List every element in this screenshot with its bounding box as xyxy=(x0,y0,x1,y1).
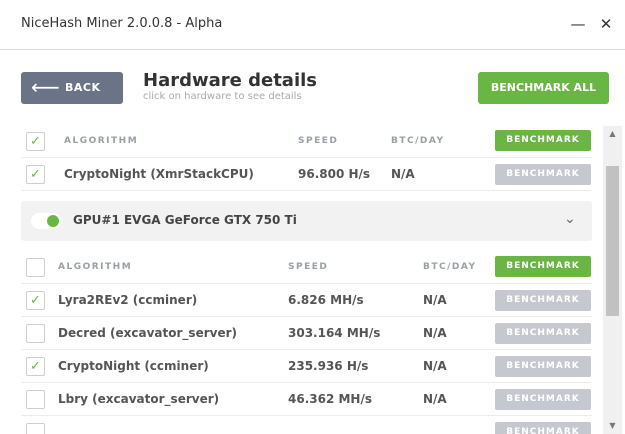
page-title: Hardware details xyxy=(143,70,317,91)
row-benchmark-button[interactable]: BENCHMARK xyxy=(495,290,591,311)
algorithm-name: Lbry (excavator_server) xyxy=(58,392,220,406)
algorithm-header: ALGORITHM xyxy=(58,262,133,272)
table-row[interactable]: BENCHMARK xyxy=(21,416,592,434)
row-benchmark-button[interactable]: BENCHMARK xyxy=(495,164,591,185)
window-title: NiceHash Miner 2.0.0.8 - Alpha xyxy=(21,16,223,31)
speed-value: 96.800 H/s xyxy=(298,167,371,181)
gpu-enable-toggle[interactable] xyxy=(31,213,61,229)
gpu-benchmark-button[interactable]: BENCHMARK xyxy=(495,256,591,277)
btc-value: N/A xyxy=(423,359,447,373)
vertical-scrollbar[interactable]: ▲ ▼ xyxy=(603,126,622,434)
scroll-down-icon[interactable]: ▼ xyxy=(603,418,622,434)
toggle-knob xyxy=(47,215,59,227)
row-checkbox[interactable] xyxy=(26,324,45,343)
algorithm-name: Decred (excavator_server) xyxy=(58,326,237,340)
row-checkbox[interactable]: ✓ xyxy=(26,291,45,310)
btc-day-header: BTC/DAY xyxy=(391,136,445,146)
back-button-label: BACK xyxy=(65,81,101,94)
benchmark-all-button[interactable]: BENCHMARK ALL xyxy=(478,72,609,104)
scroll-up-icon[interactable]: ▲ xyxy=(603,126,622,142)
table-row[interactable]: Lbry (excavator_server) 46.362 MH/s N/A … xyxy=(21,383,592,416)
row-checkbox[interactable]: ✓ xyxy=(26,165,45,184)
btc-value: N/A xyxy=(391,167,415,181)
row-checkbox[interactable]: ✓ xyxy=(26,357,45,376)
btc-value: N/A xyxy=(423,392,447,406)
speed-header: SPEED xyxy=(288,262,329,272)
scrollbar-thumb[interactable] xyxy=(606,166,619,316)
row-checkbox[interactable] xyxy=(26,390,45,409)
table-row[interactable]: ✓ CryptoNight (XmrStackCPU) 96.800 H/s N… xyxy=(21,158,592,191)
gpu-name: GPU#1 EVGA GeForce GTX 750 Ti xyxy=(73,213,297,227)
row-benchmark-button[interactable]: BENCHMARK xyxy=(495,356,591,377)
algorithm-name: Lyra2REv2 (ccminer) xyxy=(58,293,198,307)
algorithm-name: CryptoNight (ccminer) xyxy=(58,359,209,373)
speed-value: 303.164 MH/s xyxy=(288,326,381,340)
speed-value: 46.362 MH/s xyxy=(288,392,372,406)
gpu-device-panel[interactable]: GPU#1 EVGA GeForce GTX 750 Ti ⌄ xyxy=(21,201,592,241)
table-row[interactable]: ✓ CryptoNight (ccminer) 235.936 H/s N/A … xyxy=(21,350,592,383)
cpu-benchmark-button[interactable]: BENCHMARK xyxy=(495,130,591,151)
btc-day-header: BTC/DAY xyxy=(423,262,477,272)
algorithm-header: ALGORITHM xyxy=(64,136,139,146)
page-subtitle: click on hardware to see details xyxy=(143,91,302,102)
hardware-list: ✓ ALGORITHM SPEED BTC/DAY BENCHMARK ✓ Cr… xyxy=(0,126,603,434)
close-button[interactable]: ✕ xyxy=(596,13,616,35)
cpu-table-header: ✓ ALGORITHM SPEED BTC/DAY BENCHMARK xyxy=(21,126,592,158)
arrow-left-icon: ⟵ xyxy=(31,75,60,99)
table-row[interactable]: Decred (excavator_server) 303.164 MH/s N… xyxy=(21,317,592,350)
btc-value: N/A xyxy=(423,293,447,307)
gpu-select-all-checkbox[interactable] xyxy=(26,258,45,277)
row-benchmark-button[interactable]: BENCHMARK xyxy=(495,422,591,434)
speed-value: 6.826 MH/s xyxy=(288,293,364,307)
row-checkbox[interactable] xyxy=(26,423,45,434)
row-benchmark-button[interactable]: BENCHMARK xyxy=(495,323,591,344)
minimize-button[interactable]: — xyxy=(568,13,588,35)
chevron-down-icon[interactable]: ⌄ xyxy=(564,211,576,227)
speed-header: SPEED xyxy=(298,136,339,146)
back-button[interactable]: ⟵ BACK xyxy=(21,72,123,104)
table-row[interactable]: ✓ Lyra2REv2 (ccminer) 6.826 MH/s N/A BEN… xyxy=(21,284,592,317)
row-benchmark-button[interactable]: BENCHMARK xyxy=(495,389,591,410)
speed-value: 235.936 H/s xyxy=(288,359,369,373)
gpu-table-header: ALGORITHM SPEED BTC/DAY BENCHMARK xyxy=(21,252,592,284)
cpu-select-all-checkbox[interactable]: ✓ xyxy=(26,132,45,151)
btc-value: N/A xyxy=(423,326,447,340)
title-bar: NiceHash Miner 2.0.0.8 - Alpha — ✕ xyxy=(0,0,625,50)
algorithm-name: CryptoNight (XmrStackCPU) xyxy=(64,167,254,181)
